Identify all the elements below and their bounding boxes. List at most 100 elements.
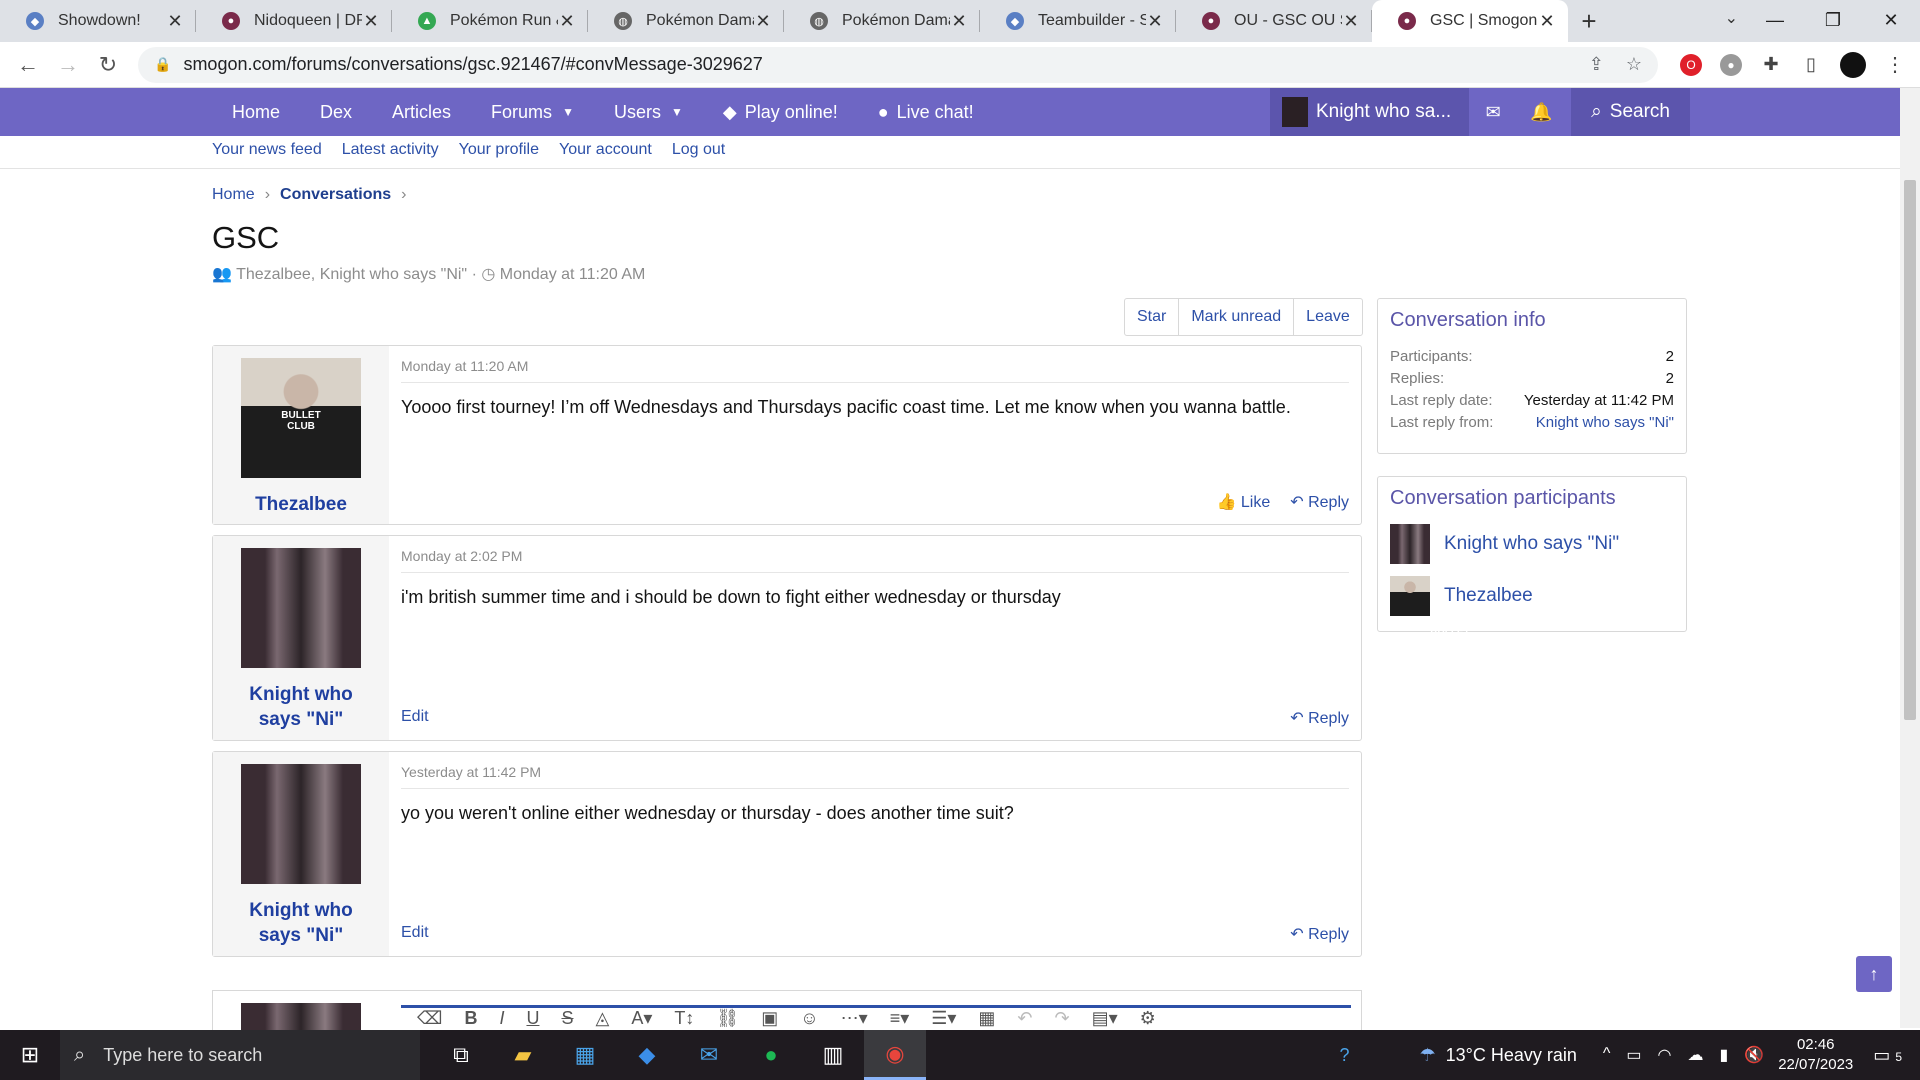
store-icon[interactable]: ▦ <box>554 1030 616 1080</box>
close-window-icon[interactable]: ✕ <box>1862 0 1920 40</box>
tab-search-icon[interactable]: ⌄ <box>1725 8 1738 28</box>
redo-icon[interactable]: ↷ <box>1055 1008 1070 1029</box>
close-icon[interactable]: ✕ <box>1342 11 1360 32</box>
onedrive-icon[interactable]: ☁ <box>1687 1045 1703 1065</box>
close-icon[interactable]: ✕ <box>1538 11 1556 32</box>
mark-unread-button[interactable]: Mark unread <box>1178 299 1293 335</box>
close-icon[interactable]: ✕ <box>1146 11 1164 32</box>
browser-tab[interactable]: ▲ Pokémon Run & ✕ <box>392 0 588 42</box>
task-view-icon[interactable]: ⧉ <box>430 1030 492 1080</box>
subnav-logout[interactable]: Log out <box>672 141 725 159</box>
avatar[interactable] <box>241 764 361 884</box>
close-icon[interactable]: ✕ <box>166 11 184 32</box>
notifications-button[interactable]: ▭ 5 <box>1873 1045 1902 1066</box>
avatar[interactable] <box>241 548 361 668</box>
message-author[interactable]: Thezalbee <box>226 492 376 517</box>
battery-icon[interactable]: ▮ <box>1719 1045 1728 1065</box>
message-date[interactable]: Monday at 11:20 AM <box>401 358 1349 383</box>
scroll-to-top-button[interactable]: ↑ <box>1856 956 1892 992</box>
star-button[interactable]: Star <box>1125 299 1178 335</box>
message-date[interactable]: Yesterday at 11:42 PM <box>401 764 1349 789</box>
restore-icon[interactable]: ❐ <box>1804 0 1862 40</box>
avatar[interactable] <box>241 358 361 478</box>
spotify-icon[interactable]: ● <box>740 1030 802 1080</box>
new-tab-button[interactable]: + <box>1568 0 1610 42</box>
browser-tab-active[interactable]: ● GSC | Smogon Fo ✕ <box>1372 0 1568 42</box>
settings-icon[interactable]: ⚙ <box>1140 1008 1156 1029</box>
nav-live-chat[interactable]: ● Live chat! <box>858 88 994 136</box>
caret-down-icon[interactable]: ▼ <box>562 105 574 119</box>
eraser-icon[interactable]: ⌫ <box>417 1008 442 1029</box>
back-icon[interactable]: ← <box>8 52 48 78</box>
minimize-icon[interactable]: — <box>1746 0 1804 40</box>
subnav-account[interactable]: Your account <box>559 141 652 159</box>
drafts-icon[interactable]: ▤▾ <box>1092 1008 1118 1029</box>
italic-icon[interactable]: I <box>499 1008 504 1029</box>
profile-avatar[interactable] <box>1840 51 1866 78</box>
leave-button[interactable]: Leave <box>1293 299 1362 335</box>
forward-icon[interactable]: → <box>48 52 88 78</box>
breadcrumb-home[interactable]: Home <box>212 186 255 204</box>
font-size-icon[interactable]: T↕ <box>674 1008 694 1029</box>
emoji-icon[interactable]: ☺ <box>800 1008 818 1029</box>
strikethrough-icon[interactable]: S <box>561 1008 573 1029</box>
edit-button[interactable]: Edit <box>401 924 429 944</box>
clock[interactable]: 02:46 22/07/2023 <box>1778 1035 1853 1075</box>
wifi-icon[interactable]: ◠ <box>1658 1045 1672 1065</box>
windows-start-icon[interactable]: ⊞ <box>0 1030 60 1080</box>
nav-forums[interactable]: Forums ▼ <box>471 88 594 136</box>
breadcrumb-conversations[interactable]: Conversations <box>280 186 391 204</box>
more-icon[interactable]: ⋯▾ <box>841 1008 868 1029</box>
nav-home[interactable]: Home <box>212 88 300 136</box>
close-icon[interactable]: ✕ <box>362 11 380 32</box>
inbox-icon[interactable]: ✉ <box>1469 102 1517 123</box>
reply-button[interactable]: ↶ Reply <box>1290 492 1349 512</box>
underline-icon[interactable]: U <box>526 1008 539 1029</box>
bookmark-star-icon[interactable]: ☆ <box>1626 54 1642 75</box>
share-icon[interactable]: ⇪ <box>1589 54 1604 75</box>
opera-extension-icon[interactable]: O <box>1680 53 1702 76</box>
undo-icon[interactable]: ↶ <box>1017 1008 1032 1029</box>
reload-icon[interactable]: ↻ <box>88 52 128 78</box>
chevron-up-icon[interactable]: ^ <box>1603 1045 1611 1065</box>
participant[interactable]: Thezalbee <box>1390 576 1674 650</box>
nav-articles[interactable]: Articles <box>372 88 471 136</box>
font-icon[interactable]: A▾ <box>631 1008 652 1029</box>
message-author[interactable]: Knight who says "Ni" <box>226 898 376 948</box>
participant-name[interactable]: Knight who says "Ni" <box>1444 533 1619 555</box>
close-icon[interactable]: ✕ <box>950 11 968 32</box>
calculator-icon[interactable]: ▥ <box>802 1030 864 1080</box>
color-icon[interactable]: ◬ <box>595 1008 609 1029</box>
browser-tab[interactable]: ◆ Showdown! ✕ <box>0 0 196 42</box>
nav-dex[interactable]: Dex <box>300 88 372 136</box>
message-author[interactable]: Knight who says "Ni" <box>226 682 376 732</box>
edit-button[interactable]: Edit <box>401 708 429 728</box>
participant-name[interactable]: Thezalbee <box>1444 585 1533 607</box>
image-icon[interactable]: ▣ <box>761 1008 778 1029</box>
chrome-icon[interactable]: ◉ <box>864 1030 926 1080</box>
reply-button[interactable]: ↶ Reply <box>1290 708 1349 728</box>
like-button[interactable]: 👍 Like <box>1217 492 1271 512</box>
search-button[interactable]: ⌕ Search <box>1571 88 1690 136</box>
taskbar-search[interactable]: ⌕ Type here to search <box>60 1030 420 1080</box>
side-panel-icon[interactable]: ▯ <box>1800 54 1822 76</box>
bing-icon[interactable]: ◆ <box>616 1030 678 1080</box>
caret-down-icon[interactable]: ▼ <box>671 105 683 119</box>
volume-muted-icon[interactable]: 🔇 <box>1744 1045 1764 1065</box>
user-menu[interactable]: Knight who sa... <box>1269 88 1470 136</box>
kebab-menu-icon[interactable]: ⋮ <box>1884 54 1906 76</box>
subnav-profile[interactable]: Your profile <box>459 141 539 159</box>
participant[interactable]: Knight who says "Ni" <box>1390 524 1674 564</box>
page-scrollbar[interactable] <box>1900 88 1920 1028</box>
browser-tab[interactable]: ● OU - GSC OU San ✕ <box>1176 0 1372 42</box>
extension-icon[interactable]: ● <box>1720 53 1742 76</box>
align-icon[interactable]: ≡▾ <box>890 1008 910 1029</box>
browser-tab[interactable]: ● Nidoqueen | DP | ✕ <box>196 0 392 42</box>
browser-tab[interactable]: ◍ Pokémon Damag ✕ <box>588 0 784 42</box>
display-icon[interactable]: ▭ <box>1626 1045 1641 1065</box>
table-icon[interactable]: ▦ <box>978 1008 995 1029</box>
subnav-news-feed[interactable]: Your news feed <box>212 141 322 159</box>
close-icon[interactable]: ✕ <box>754 11 772 32</box>
puzzle-icon[interactable]: ✚ <box>1760 54 1782 76</box>
weather-widget[interactable]: ☂ 13°C Heavy rain <box>1419 1045 1576 1066</box>
